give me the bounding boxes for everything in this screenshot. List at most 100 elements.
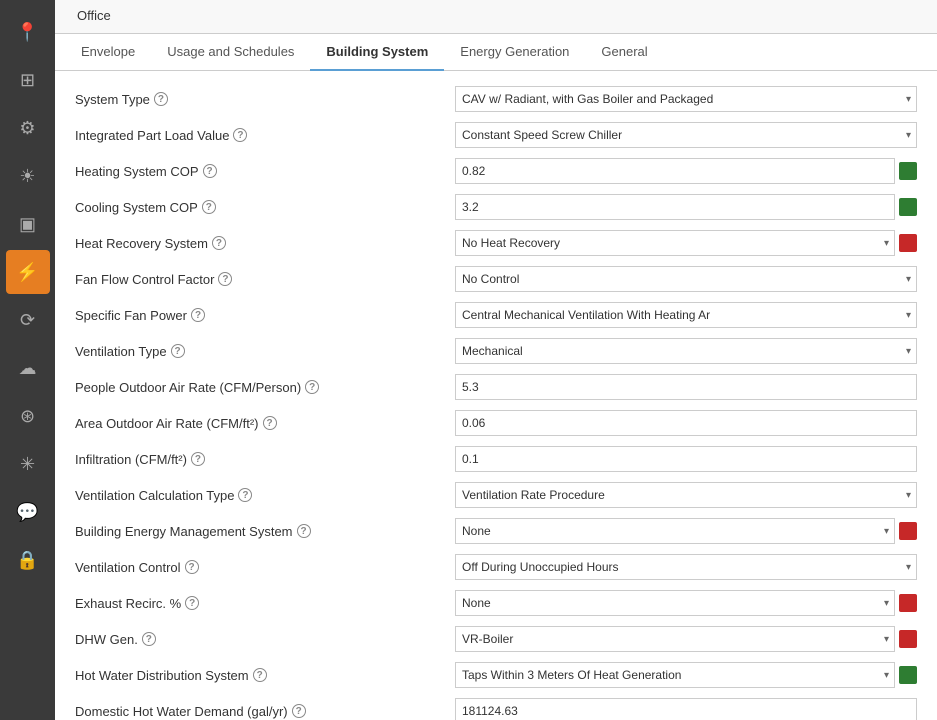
dropdown-heat-recovery-system[interactable]: No Heat Recovery (455, 230, 895, 256)
tab-building-system[interactable]: Building System (310, 34, 444, 71)
help-icon-exhaust-recirc[interactable]: ? (185, 596, 199, 610)
sidebar-item-pipes[interactable]: ⟳ (6, 298, 50, 342)
help-icon-domestic-hot-water-demand[interactable]: ? (292, 704, 306, 718)
help-icon-heat-recovery-system[interactable]: ? (212, 236, 226, 250)
help-icon-dhw-gen[interactable]: ? (142, 632, 156, 646)
help-icon-infiltration[interactable]: ? (191, 452, 205, 466)
dropdown-system-type[interactable]: CAV w/ Radiant, with Gas Boiler and Pack… (455, 86, 917, 112)
sidebar-item-grid[interactable]: ⊞ (6, 58, 50, 102)
control-area-integrated-part-load: Constant Speed Screw Chiller (455, 122, 917, 148)
control-area-dhw-gen: VR-Boiler (455, 626, 917, 652)
help-icon-heating-system-cop[interactable]: ? (203, 164, 217, 178)
label-text-system-type: System Type (75, 92, 150, 107)
tab-general[interactable]: General (585, 34, 663, 71)
sidebar-item-layers[interactable]: ▣ (6, 202, 50, 246)
dropdown-wrapper-building-energy-mgmt: None (455, 518, 895, 544)
label-ventilation-type: Ventilation Type? (75, 344, 455, 359)
control-area-fan-flow-control: No Control (455, 266, 917, 292)
help-icon-ventilation-control[interactable]: ? (185, 560, 199, 574)
tab-envelope[interactable]: Envelope (65, 34, 151, 71)
form-row-infiltration: Infiltration (CFM/ft²)? (75, 441, 917, 477)
form-row-ventilation-calc-type: Ventilation Calculation Type?Ventilation… (75, 477, 917, 513)
help-icon-hot-water-distribution[interactable]: ? (253, 668, 267, 682)
help-icon-specific-fan-power[interactable]: ? (191, 308, 205, 322)
control-area-domestic-hot-water-demand (455, 698, 917, 720)
dropdown-wrapper-ventilation-control: Off During Unoccupied Hours (455, 554, 917, 580)
label-text-hot-water-distribution: Hot Water Distribution System (75, 668, 249, 683)
indicator-heat-recovery-system (899, 234, 917, 252)
sidebar-item-lock[interactable]: 🔒 (6, 538, 50, 582)
input-people-outdoor-air[interactable] (455, 374, 917, 400)
indicator-hot-water-distribution (899, 666, 917, 684)
sidebar-item-location[interactable]: 📍 (6, 10, 50, 54)
form-row-heating-system-cop: Heating System COP? (75, 153, 917, 189)
dropdown-exhaust-recirc[interactable]: None (455, 590, 895, 616)
input-infiltration[interactable] (455, 446, 917, 472)
sidebar-item-nodes[interactable]: ⊛ (6, 394, 50, 438)
label-text-exhaust-recirc: Exhaust Recirc. % (75, 596, 181, 611)
label-text-ventilation-type: Ventilation Type (75, 344, 167, 359)
help-icon-people-outdoor-air[interactable]: ? (305, 380, 319, 394)
label-integrated-part-load: Integrated Part Load Value? (75, 128, 455, 143)
label-building-energy-mgmt: Building Energy Management System? (75, 524, 455, 539)
label-people-outdoor-air: People Outdoor Air Rate (CFM/Person)? (75, 380, 455, 395)
office-tab-title: Office (65, 0, 123, 33)
tab-usage-schedules[interactable]: Usage and Schedules (151, 34, 310, 71)
control-area-exhaust-recirc: None (455, 590, 917, 616)
label-dhw-gen: DHW Gen.? (75, 632, 455, 647)
label-hot-water-distribution: Hot Water Distribution System? (75, 668, 455, 683)
sidebar-item-settings[interactable]: ⚙ (6, 106, 50, 150)
dropdown-building-energy-mgmt[interactable]: None (455, 518, 895, 544)
help-icon-cooling-system-cop[interactable]: ? (202, 200, 216, 214)
label-text-heating-system-cop: Heating System COP (75, 164, 199, 179)
dropdown-wrapper-integrated-part-load: Constant Speed Screw Chiller (455, 122, 917, 148)
dropdown-ventilation-calc-type[interactable]: Ventilation Rate Procedure (455, 482, 917, 508)
label-text-building-energy-mgmt: Building Energy Management System (75, 524, 293, 539)
indicator-building-energy-mgmt (899, 522, 917, 540)
help-icon-system-type[interactable]: ? (154, 92, 168, 106)
label-text-fan-flow-control: Fan Flow Control Factor (75, 272, 214, 287)
form-row-fan-flow-control: Fan Flow Control Factor? No Control (75, 261, 917, 297)
tab-energy-generation[interactable]: Energy Generation (444, 34, 585, 71)
help-icon-integrated-part-load[interactable]: ? (233, 128, 247, 142)
dropdown-ventilation-control[interactable]: Off During Unoccupied Hours (455, 554, 917, 580)
form-row-heat-recovery-system: Heat Recovery System?No Heat Recovery (75, 225, 917, 261)
dropdown-ventilation-type[interactable]: Mechanical (455, 338, 917, 364)
dropdown-wrapper-specific-fan-power: Central Mechanical Ventilation With Heat… (455, 302, 917, 328)
indicator-exhaust-recirc (899, 594, 917, 612)
input-cooling-system-cop[interactable] (455, 194, 895, 220)
label-heating-system-cop: Heating System COP? (75, 164, 455, 179)
sidebar-item-chat[interactable]: 💬 (6, 490, 50, 534)
dropdown-wrapper-dhw-gen: VR-Boiler (455, 626, 895, 652)
dropdown-hot-water-distribution[interactable]: Taps Within 3 Meters Of Heat Generation (455, 662, 895, 688)
nav-tabs: Envelope Usage and Schedules Building Sy… (55, 34, 937, 71)
help-icon-fan-flow-control[interactable]: ? (218, 272, 232, 286)
input-area-outdoor-air[interactable] (455, 410, 917, 436)
help-icon-ventilation-calc-type[interactable]: ? (238, 488, 252, 502)
dropdown-specific-fan-power[interactable]: Central Mechanical Ventilation With Heat… (455, 302, 917, 328)
sidebar-item-fan[interactable]: ✳ (6, 442, 50, 486)
dropdown-wrapper-exhaust-recirc: None (455, 590, 895, 616)
control-area-ventilation-calc-type: Ventilation Rate Procedure (455, 482, 917, 508)
label-exhaust-recirc: Exhaust Recirc. %? (75, 596, 455, 611)
sidebar-item-sun[interactable]: ☀ (6, 154, 50, 198)
dropdown-fan-flow-control[interactable]: No Control (455, 266, 917, 292)
help-icon-building-energy-mgmt[interactable]: ? (297, 524, 311, 538)
control-area-cooling-system-cop (455, 194, 917, 220)
label-system-type: System Type? (75, 92, 455, 107)
dropdown-dhw-gen[interactable]: VR-Boiler (455, 626, 895, 652)
sidebar: 📍 ⊞ ⚙ ☀ ▣ ⚡ ⟳ ☁ ⊛ ✳ 💬 🔒 (0, 0, 55, 720)
form-row-exhaust-recirc: Exhaust Recirc. %?None (75, 585, 917, 621)
label-text-dhw-gen: DHW Gen. (75, 632, 138, 647)
help-icon-ventilation-type[interactable]: ? (171, 344, 185, 358)
help-icon-area-outdoor-air[interactable]: ? (263, 416, 277, 430)
sidebar-item-lightning[interactable]: ⚡ (6, 250, 50, 294)
label-text-area-outdoor-air: Area Outdoor Air Rate (CFM/ft²) (75, 416, 259, 431)
form-row-ventilation-type: Ventilation Type?Mechanical (75, 333, 917, 369)
form-row-building-energy-mgmt: Building Energy Management System?None (75, 513, 917, 549)
input-domestic-hot-water-demand[interactable] (455, 698, 917, 720)
dropdown-integrated-part-load[interactable]: Constant Speed Screw Chiller (455, 122, 917, 148)
sidebar-item-cloud[interactable]: ☁ (6, 346, 50, 390)
input-heating-system-cop[interactable] (455, 158, 895, 184)
dropdown-wrapper-hot-water-distribution: Taps Within 3 Meters Of Heat Generation (455, 662, 895, 688)
